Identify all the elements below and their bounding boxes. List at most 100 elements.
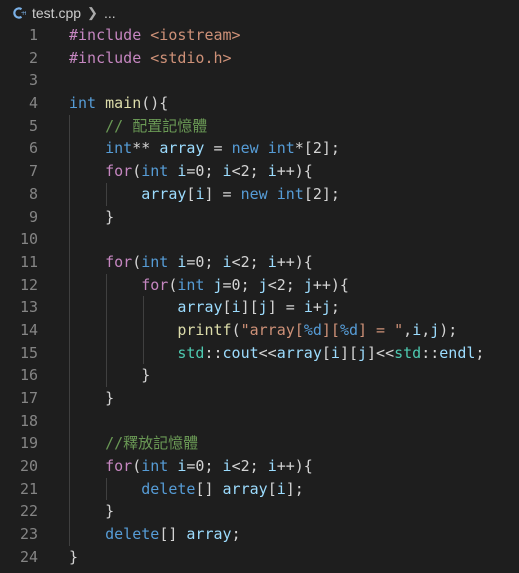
code-line[interactable]: 11 for(int i=0; i<2; i++){ — [0, 250, 519, 274]
line-number: 14 — [19, 320, 38, 339]
line-number: 13 — [19, 298, 38, 317]
code-token: j — [213, 275, 223, 294]
code-line[interactable]: 9 } — [0, 205, 519, 229]
code-line[interactable]: 19 //釋放記憶體 — [0, 432, 519, 456]
code-token: [ — [321, 343, 331, 362]
code-line[interactable]: 1 #include <iostream> — [0, 24, 519, 47]
code-token: std — [394, 343, 422, 362]
code-token: j — [358, 343, 368, 362]
code-token: <2; — [267, 275, 304, 294]
code-token: array — [186, 525, 232, 544]
code-token: ; — [330, 298, 340, 317]
code-token: ++){ — [276, 162, 313, 181]
line-number: 20 — [19, 457, 38, 476]
code-token: [ — [222, 298, 232, 317]
code-token: ( — [132, 457, 142, 476]
code-token: int — [177, 275, 205, 294]
code-line[interactable]: 10 — [0, 228, 519, 251]
code-line[interactable]: 14 printf("array[%d][%d] = ",i,j); — [0, 318, 519, 342]
code-text: } — [69, 206, 114, 229]
line-number: 16 — [19, 366, 38, 385]
code-line[interactable]: 16 } — [0, 364, 519, 387]
code-token: #include — [69, 26, 142, 44]
code-line[interactable]: 4 int main(){ — [0, 92, 519, 115]
code-line[interactable]: 12 for(int j=0; j<2; j++){ — [0, 273, 519, 297]
code-token: ++){ — [276, 252, 313, 271]
code-line[interactable]: 15 std::cout<<array[i][j]<<std::endl; — [0, 341, 519, 365]
code-token: } — [69, 502, 115, 521]
code-editor[interactable]: 1 #include <iostream> 2 #include <stdio.h> 3… — [0, 24, 519, 569]
code-line[interactable]: 6 int** array = new int*[2]; — [0, 137, 519, 161]
code-token: "array[ — [240, 320, 304, 339]
line-number: 15 — [19, 343, 38, 362]
code-token: i — [330, 343, 340, 362]
line-number: 7 — [28, 162, 38, 181]
code-token: i — [222, 457, 232, 476]
code-line[interactable]: 13 array[i][j] = i+j; — [0, 296, 519, 319]
code-token: endl — [439, 343, 476, 362]
code-line[interactable]: 7 for(int i=0; i<2; i++){ — [0, 160, 519, 183]
code-token: for — [105, 457, 133, 476]
code-token: j — [321, 298, 331, 317]
code-token: ] = — [204, 184, 241, 203]
code-token: ][ — [321, 320, 340, 339]
code-line[interactable]: 5 // 配置記憶體 — [0, 114, 519, 138]
code-text: int** array = new int*[2]; — [69, 137, 340, 160]
line-number: 19 — [19, 434, 38, 453]
code-token: ][ — [339, 343, 358, 362]
code-line[interactable]: 22 } — [0, 500, 519, 524]
code-token: j — [258, 275, 268, 294]
code-token: <2; — [231, 252, 268, 271]
code-token: delete — [105, 525, 160, 544]
code-token: ; — [231, 525, 241, 544]
code-line[interactable]: 21 delete[] array[i]; — [0, 477, 519, 501]
code-line[interactable]: 24} — [0, 546, 519, 569]
code-token: j — [430, 320, 440, 339]
code-line[interactable]: 18 — [0, 409, 519, 433]
code-line[interactable]: 20 for(int i=0; i<2; i++){ — [0, 455, 519, 478]
code-token: =0; — [222, 275, 259, 294]
line-number: 18 — [19, 411, 38, 430]
line-number: 8 — [28, 184, 38, 203]
code-token: } — [69, 207, 115, 226]
code-token: i — [231, 298, 241, 317]
code-text: } — [69, 364, 150, 387]
code-token: array — [276, 343, 322, 362]
code-line[interactable]: 17 } — [0, 387, 519, 410]
code-token: i — [267, 252, 277, 271]
code-token: // 配置記憶體 — [105, 116, 208, 135]
code-token: printf — [177, 320, 232, 339]
code-token: :: — [204, 343, 223, 362]
code-token: } — [69, 389, 115, 407]
code-text: #include <iostream> — [69, 24, 241, 47]
code-token: [] — [195, 479, 223, 498]
code-token: i — [222, 162, 232, 181]
code-token: array — [222, 479, 268, 498]
code-token: array — [159, 139, 205, 158]
code-token: int — [276, 184, 304, 203]
code-line[interactable]: 3 — [0, 69, 519, 92]
code-token: <stdio.h> — [150, 48, 232, 67]
line-number: 12 — [19, 275, 38, 294]
code-token: [] — [159, 525, 187, 544]
code-line[interactable]: 8 array[i] = new int[2]; — [0, 182, 519, 206]
line-number: 1 — [28, 26, 38, 44]
code-line[interactable]: 2 #include <stdio.h> — [0, 47, 519, 70]
line-number: 3 — [28, 71, 38, 90]
line-number: 11 — [19, 252, 38, 271]
code-token: ] = — [267, 298, 304, 317]
code-token: for — [141, 275, 169, 294]
breadcrumb-file[interactable]: test.cpp — [32, 5, 81, 21]
code-token: %d — [339, 320, 358, 339]
code-line[interactable]: 23 delete[] array; — [0, 523, 519, 546]
breadcrumb-more[interactable]: ... — [104, 5, 116, 21]
code-text: } — [69, 387, 114, 410]
code-text: // 配置記憶體 — [69, 115, 207, 138]
